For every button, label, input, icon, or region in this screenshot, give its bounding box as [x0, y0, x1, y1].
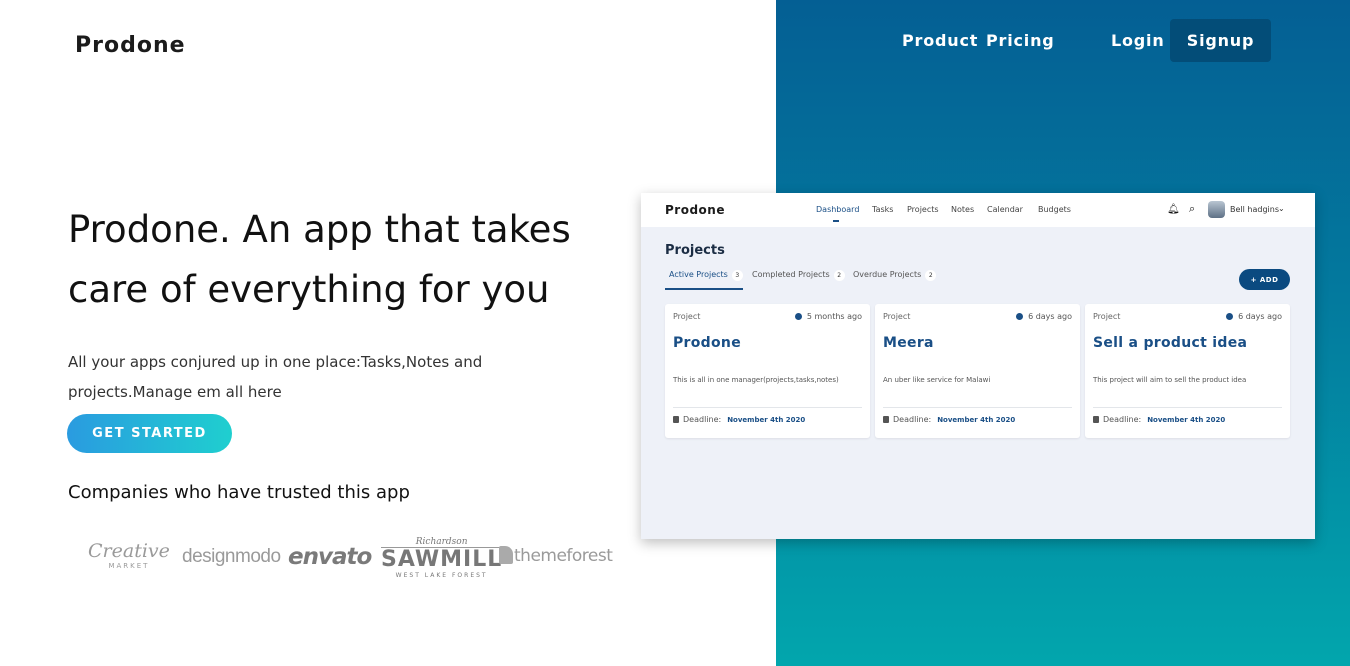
project-card[interactable]: Project 6 days ago Meera An uber like se…: [875, 304, 1080, 438]
tab-completed-projects[interactable]: Completed Projects 2: [752, 270, 845, 281]
project-card[interactable]: Project 5 months ago Prodone This is all…: [665, 304, 870, 438]
mock-user-name[interactable]: Bell hadgins: [1230, 205, 1279, 214]
project-card[interactable]: Project 6 days ago Sell a product idea T…: [1085, 304, 1290, 438]
hero-description: All your apps conjured up in one place:T…: [68, 353, 483, 401]
card-deadline: Deadline: November 4th 2020: [1093, 415, 1225, 424]
tab-label: Active Projects: [669, 270, 728, 279]
search-icon[interactable]: ⌕: [1189, 202, 1195, 216]
card-time-text: 5 months ago: [806, 312, 862, 321]
mock-nav-active-indicator: [833, 220, 839, 222]
app-preview-screenshot: Prodone Dashboard Tasks Projects Notes C…: [641, 193, 1315, 539]
mock-nav-tasks[interactable]: Tasks: [872, 205, 893, 214]
chevron-down-icon[interactable]: ⌄: [1278, 204, 1285, 213]
calendar-icon: [883, 415, 889, 423]
card-time-text: 6 days ago: [1028, 312, 1072, 321]
tab-overdue-projects[interactable]: Overdue Projects 2: [853, 270, 937, 281]
mock-nav-budgets[interactable]: Budgets: [1038, 205, 1071, 214]
card-project-name: Meera: [883, 335, 934, 351]
card-description: This is all in one manager(projects,task…: [673, 376, 839, 384]
tab-count-badge: 3: [731, 270, 743, 281]
creative-market-logo: Creative MARKET: [88, 540, 170, 570]
mock-nav-projects[interactable]: Projects: [907, 205, 939, 214]
card-project-name: Sell a product idea: [1093, 335, 1248, 351]
card-type-label: Project: [673, 312, 701, 321]
creative-market-logo-sub: MARKET: [108, 562, 150, 570]
nav-pricing-link[interactable]: Pricing: [986, 31, 1055, 50]
sawmill-logo-main: SAWMILL: [381, 547, 503, 572]
themeforest-leaf-icon: [499, 546, 513, 564]
tab-active-indicator: [665, 288, 743, 290]
mock-nav-notes[interactable]: Notes: [951, 205, 974, 214]
brand-logo[interactable]: Prodone: [75, 33, 186, 58]
card-divider: [673, 407, 862, 408]
clock-icon: [794, 312, 802, 320]
card-timestamp: 5 months ago: [794, 312, 862, 321]
deadline-date: November 4th 2020: [727, 416, 806, 424]
nav-login-link[interactable]: Login: [1111, 31, 1165, 50]
bell-icon[interactable]: 🔔︎: [1167, 204, 1180, 215]
card-timestamp: 6 days ago: [1016, 312, 1072, 321]
sawmill-logo-top: Richardson: [415, 537, 468, 547]
card-description: This project will aim to sell the produc…: [1093, 376, 1247, 384]
calendar-icon: [673, 415, 679, 423]
card-deadline: Deadline: November 4th 2020: [883, 415, 1015, 424]
envato-logo: envato: [288, 544, 372, 570]
get-started-button[interactable]: GET STARTED: [67, 414, 232, 453]
tab-label: Overdue Projects: [853, 270, 922, 279]
mock-nav-calendar[interactable]: Calendar: [987, 205, 1023, 214]
hero-title: Prodone. An app that takes care of every…: [68, 208, 571, 311]
mock-nav-dashboard[interactable]: Dashboard: [816, 205, 859, 214]
tab-label: Completed Projects: [752, 270, 830, 279]
designmodo-logo: designmodo: [182, 546, 281, 567]
clock-icon: [1016, 312, 1024, 320]
card-type-label: Project: [883, 312, 911, 321]
card-timestamp: 6 days ago: [1226, 312, 1282, 321]
card-project-name: Prodone: [673, 335, 741, 351]
nav-product-link[interactable]: Product: [902, 31, 978, 50]
deadline-label: Deadline:: [893, 415, 932, 424]
add-project-button[interactable]: + ADD: [1239, 269, 1290, 290]
avatar[interactable]: [1208, 201, 1225, 218]
companies-heading: Companies who have trusted this app: [68, 482, 410, 503]
mock-brand: Prodone: [665, 203, 725, 217]
tab-count-badge: 2: [833, 270, 845, 281]
deadline-label: Deadline:: [683, 415, 722, 424]
deadline-date: November 4th 2020: [1147, 416, 1226, 424]
sawmill-logo: Richardson SAWMILL WEST LAKE FOREST: [381, 537, 503, 579]
calendar-icon: [1093, 415, 1099, 423]
card-divider: [883, 407, 1072, 408]
tab-active-projects[interactable]: Active Projects 3: [669, 270, 743, 281]
card-description: An uber like service for Malawi: [883, 376, 991, 384]
creative-market-logo-word: Creative: [88, 540, 170, 562]
themeforest-logo-word: themeforest: [514, 546, 613, 566]
themeforest-logo: themeforest: [499, 546, 613, 566]
deadline-label: Deadline:: [1103, 415, 1142, 424]
tab-count-badge: 2: [925, 270, 937, 281]
card-type-label: Project: [1093, 312, 1121, 321]
sawmill-logo-sub: WEST LAKE FOREST: [395, 572, 488, 579]
deadline-date: November 4th 2020: [937, 416, 1016, 424]
clock-icon: [1226, 312, 1234, 320]
card-divider: [1093, 407, 1282, 408]
card-deadline: Deadline: November 4th 2020: [673, 415, 805, 424]
signup-button[interactable]: Signup: [1170, 19, 1271, 62]
mock-page-title: Projects: [665, 243, 725, 258]
card-time-text: 6 days ago: [1238, 312, 1282, 321]
